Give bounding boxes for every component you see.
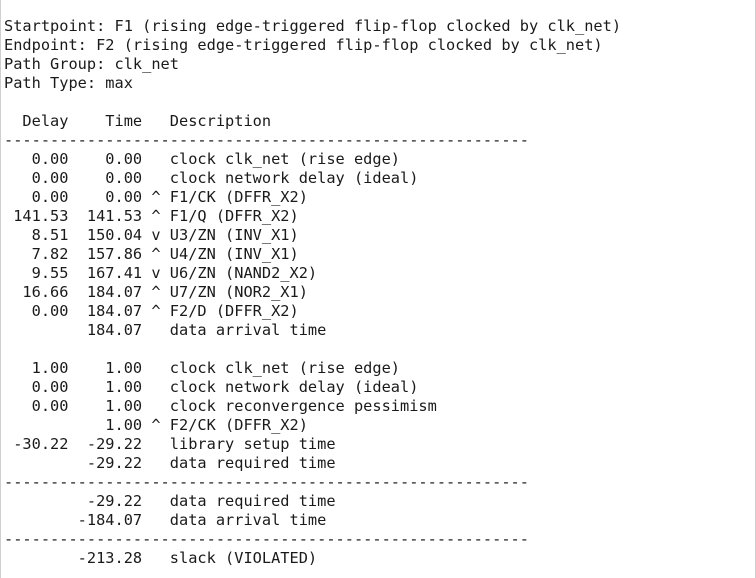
endpoint-line: Endpoint: F2 (rising edge-triggered flip… [4,36,603,54]
arrival-row: 0.00 184.07 ^ F2/D (DFFR_X2) [4,302,299,320]
data-arrival-time-row: 184.07 data arrival time [4,321,327,339]
summary-row: -29.22 data required time [4,492,336,510]
path-type-line: Path Type: max [4,74,133,92]
arrival-row: 8.51 150.04 v U3/ZN (INV_X1) [4,226,299,244]
path-group-line: Path Group: clk_net [4,55,179,73]
startpoint-line: Startpoint: F1 (rising edge-triggered fl… [4,17,622,35]
arrival-row: 0.00 0.00 clock network delay (ideal) [4,169,419,187]
arrival-row: 141.53 141.53 ^ F1/Q (DFFR_X2) [4,207,299,225]
separator-line: ----------------------------------------… [4,473,529,491]
required-row: 0.00 1.00 clock reconvergence pessimism [4,397,437,415]
required-row: 1.00 ^ F2/CK (DFFR_X2) [4,416,308,434]
arrival-row: 7.82 157.86 ^ U4/ZN (INV_X1) [4,245,299,263]
required-row: -30.22 -29.22 library setup time [4,435,336,453]
required-row: 1.00 1.00 clock clk_net (rise edge) [4,359,401,377]
separator-line: ----------------------------------------… [4,131,529,149]
arrival-row: 0.00 0.00 clock clk_net (rise edge) [4,150,401,168]
slack-row: -213.28 slack (VIOLATED) [4,549,318,567]
separator-line: ----------------------------------------… [4,530,529,548]
arrival-row: 9.55 167.41 v U6/ZN (NAND2_X2) [4,264,318,282]
summary-row: -184.07 data arrival time [4,511,327,529]
report-window: Startpoint: F1 (rising edge-triggered fl… [0,0,756,578]
data-required-time-row: -29.22 data required time [4,454,336,472]
timing-report: Startpoint: F1 (rising edge-triggered fl… [4,17,621,568]
arrival-row: 0.00 0.00 ^ F1/CK (DFFR_X2) [4,188,308,206]
required-row: 0.00 1.00 clock network delay (ideal) [4,378,419,396]
arrival-row: 16.66 184.07 ^ U7/ZN (NOR2_X1) [4,283,308,301]
column-header: Delay Time Description [4,112,272,130]
